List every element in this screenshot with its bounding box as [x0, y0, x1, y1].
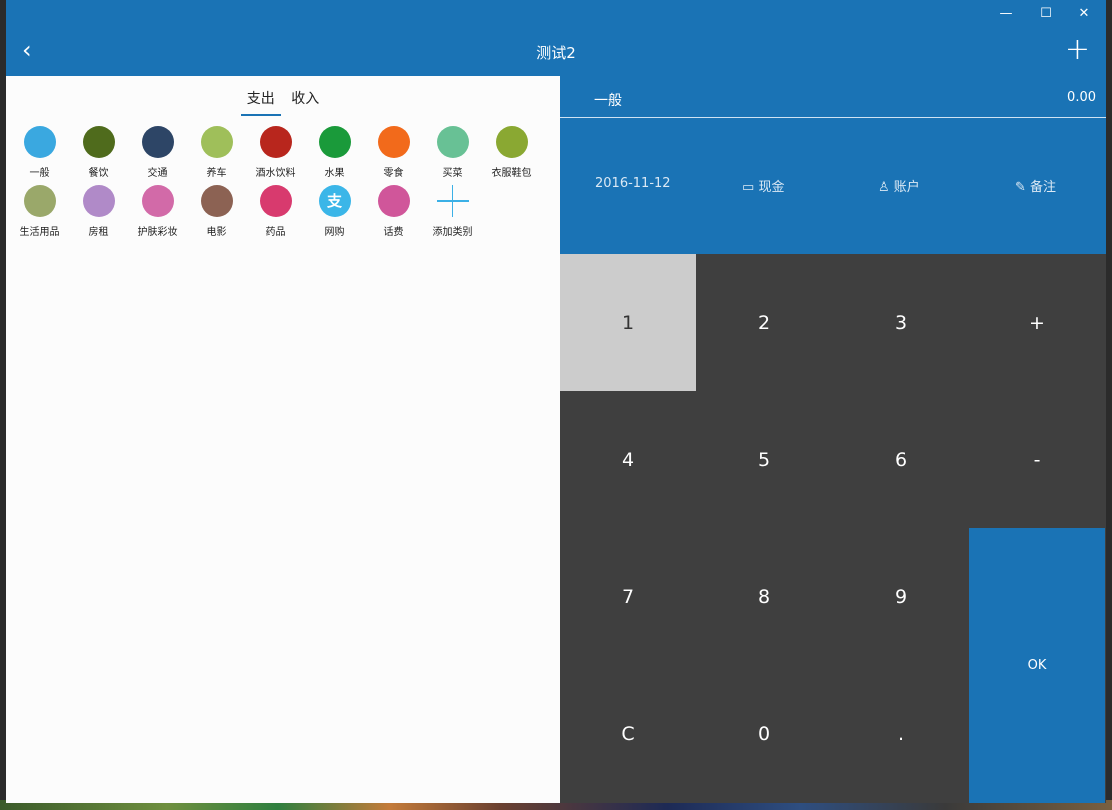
snack-icon [377, 126, 410, 158]
skewer-icon [82, 126, 115, 158]
category-label: 药品 [265, 227, 286, 238]
category-item[interactable]: 一般 [10, 126, 69, 179]
minimize-button[interactable]: — [991, 4, 1021, 24]
fruit-icon [318, 126, 351, 158]
tab-income[interactable]: 收入 [285, 88, 325, 108]
category-item[interactable]: 交通 [128, 126, 187, 179]
car-icon [200, 126, 233, 158]
category-label: 话费 [383, 227, 404, 238]
key-0[interactable]: 0 [696, 665, 832, 802]
operator-icon [377, 185, 410, 217]
bag-icon [495, 126, 528, 158]
cabbage-icon [436, 126, 469, 158]
category-label: 水果 [324, 168, 345, 179]
maximize-button[interactable]: ☐ [1031, 4, 1061, 24]
category-item[interactable]: 养车 [187, 126, 246, 179]
wallet-icon: ▭ [742, 180, 755, 195]
category-label: 餐饮 [88, 168, 109, 179]
category-item[interactable]: 买菜 [423, 126, 482, 179]
app-header: ‹ 测试2 + [6, 30, 1106, 76]
category-label: 电影 [206, 227, 227, 238]
pill-icon [259, 185, 292, 217]
tab-bar: 支出 收入 [6, 88, 560, 118]
key-6[interactable]: 6 [833, 391, 969, 528]
category-label: 添加类别 [432, 227, 473, 238]
key-9[interactable]: 9 [833, 528, 969, 665]
key-2[interactable]: 2 [696, 254, 832, 391]
category-item[interactable]: 酒水饮料 [246, 126, 305, 179]
category-item[interactable]: 衣服鞋包 [482, 126, 541, 179]
page-title: 测试2 [536, 44, 576, 62]
alipay-icon: 支 [318, 185, 351, 217]
ok-button[interactable]: OK [969, 528, 1105, 803]
category-label: 一般 [29, 168, 50, 179]
category-item[interactable]: 电影 [187, 185, 246, 238]
airplane-icon [141, 126, 174, 158]
key-clear[interactable]: C [560, 665, 696, 802]
key-8[interactable]: 8 [696, 528, 832, 665]
category-item[interactable]: 餐饮 [69, 126, 128, 179]
title-bar: — ☐ ✕ [6, 0, 1106, 30]
key-7[interactable]: 7 [560, 528, 696, 665]
key-4[interactable]: 4 [560, 391, 696, 528]
entry-panel: 一般 0.00 2016-11-12 ▭ 现金 ♙ 账户 ✎ 备注 1 2 3 … [560, 76, 1106, 803]
lipstick-icon [141, 185, 174, 217]
amount-row: 一般 0.00 [560, 76, 1106, 118]
key-decimal[interactable]: . [833, 665, 969, 802]
user-icon: ♙ [878, 180, 890, 195]
category-item[interactable]: 房租 [69, 185, 128, 238]
category-label: 护肤彩妆 [137, 227, 178, 238]
note-label: 备注 [1030, 180, 1057, 195]
plus-icon [436, 185, 469, 217]
category-item[interactable]: 支网购 [305, 185, 364, 238]
category-label: 生活用品 [19, 227, 60, 238]
key-1[interactable]: 1 [560, 254, 696, 391]
shower-icon [23, 185, 56, 217]
selected-category: 一般 [594, 93, 622, 109]
category-item[interactable]: 水果 [305, 126, 364, 179]
cash-label: 现金 [758, 180, 785, 195]
category-label: 养车 [206, 168, 227, 179]
amount-display: 0.00 [1067, 90, 1096, 105]
key-minus[interactable]: - [969, 391, 1105, 528]
category-item[interactable]: 话费 [364, 185, 423, 238]
category-item[interactable]: 零食 [364, 126, 423, 179]
cash-button[interactable]: ▭ 现金 [742, 176, 784, 195]
add-icon[interactable]: + [1065, 32, 1090, 67]
pie-chart-icon [23, 126, 56, 158]
account-button[interactable]: ♙ 账户 [878, 176, 920, 195]
category-item[interactable]: 生活用品 [10, 185, 69, 238]
category-label: 衣服鞋包 [491, 168, 532, 179]
category-label: 交通 [147, 168, 168, 179]
house-icon [82, 185, 115, 217]
account-label: 账户 [893, 180, 920, 195]
note-button[interactable]: ✎ 备注 [1015, 176, 1056, 195]
category-label: 酒水饮料 [255, 168, 296, 179]
category-panel: 支出 收入 一般 餐饮 交通 养车 酒水饮料 水果 零食 买菜 衣服鞋包生活用品 房租 护肤彩妆 电影… [6, 76, 560, 803]
key-3[interactable]: 3 [833, 254, 969, 391]
close-button[interactable]: ✕ [1069, 4, 1099, 24]
category-label: 零食 [383, 168, 404, 179]
note-icon: ✎ [1015, 180, 1026, 195]
key-plus[interactable]: + [969, 254, 1105, 391]
category-label: 房租 [88, 227, 109, 238]
category-item[interactable]: 药品 [246, 185, 305, 238]
category-item[interactable]: 护肤彩妆 [128, 185, 187, 238]
category-label: 网购 [324, 227, 345, 238]
app-window: — ☐ ✕ ‹ 测试2 + 支出 收入 一般 餐饮 交通 养车 酒水饮料 水果 零食 买菜 衣服… [6, 0, 1106, 803]
film-reel-icon [200, 185, 233, 217]
category-label: 买菜 [442, 168, 463, 179]
keypad: 1 2 3 + 4 5 6 - 7 8 9 C 0 . OK [560, 254, 1106, 803]
key-5[interactable]: 5 [696, 391, 832, 528]
tab-expense[interactable]: 支出 [240, 88, 281, 116]
wine-icon [259, 126, 292, 158]
date-picker[interactable]: 2016-11-12 [595, 176, 671, 191]
add-category-button[interactable]: 添加类别 [423, 185, 482, 238]
